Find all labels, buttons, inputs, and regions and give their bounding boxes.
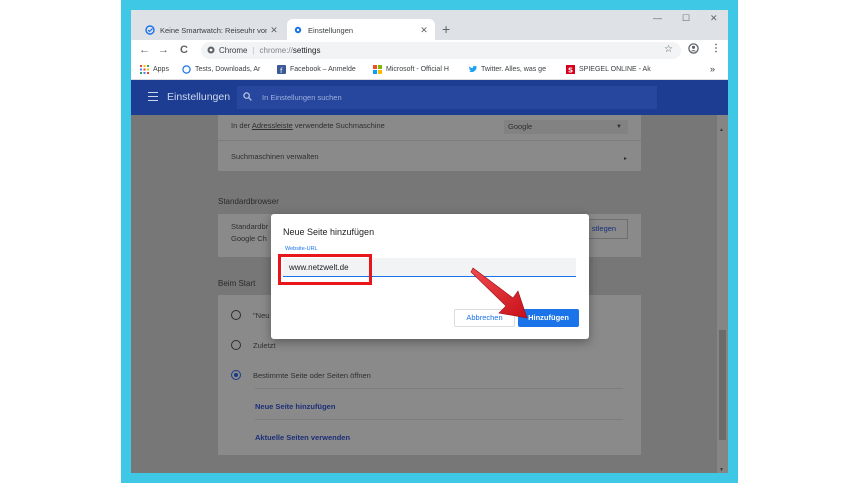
card-divider <box>255 388 623 389</box>
tab-close-icon[interactable]: ✕ <box>417 25 431 36</box>
dialog-title: Neue Seite hinzufügen <box>283 227 375 237</box>
address-bar-link[interactable]: Adressleiste <box>252 121 293 130</box>
radio-specific-pages[interactable] <box>231 370 241 380</box>
gear-icon <box>293 25 303 35</box>
default-browser-subtext: Google Ch <box>231 234 267 243</box>
bookmark-label: Apps <box>153 66 169 73</box>
url-highlight-box <box>278 254 372 285</box>
url-scheme: chrome:// <box>259 46 293 55</box>
search-engine-card: In der Adressleiste verwendete Suchmasch… <box>218 115 641 171</box>
use-current-pages-link[interactable]: Aktuelle Seiten verwenden <box>255 433 350 442</box>
radio-new-tab[interactable] <box>231 310 241 320</box>
page-scrollbar[interactable]: ▲ ▼ <box>717 115 728 473</box>
chrome-cleaner-icon <box>182 65 191 74</box>
website-url-label: Website-URL <box>285 246 318 252</box>
bookmark-tests-downloads[interactable]: Tests, Downloads, Ar <box>182 65 266 74</box>
dropdown-value: Google <box>508 122 533 131</box>
tab-title: Keine Smartwatch: Reiseuhr von <box>160 25 267 35</box>
search-placeholder: In Einstellungen suchen <box>262 93 342 102</box>
browser-toolbar: ← → C Chrome | chrome:// settings ☆ ⋮ <box>131 40 728 61</box>
default-browser-heading: Standardbrowser <box>218 197 279 206</box>
bookmark-label: Facebook – Anmelde <box>290 66 356 73</box>
bookmark-spiegel[interactable]: S SPIEGEL ONLINE - Ak <box>566 65 652 74</box>
screenshot-stage: Keine Smartwatch: Reiseuhr von ✕ Einstel… <box>0 0 858 483</box>
radio-continue-label: Zuletzt <box>253 341 276 350</box>
scrollbar-thumb[interactable] <box>719 330 726 440</box>
scroll-up-arrow-icon[interactable]: ▲ <box>719 127 724 133</box>
bookmark-apps[interactable]: Apps <box>140 65 169 74</box>
chrome-cleaner-icon <box>145 25 155 35</box>
settings-title: Einstellungen <box>167 91 231 103</box>
card-divider <box>255 419 623 420</box>
forward-button[interactable]: → <box>158 43 169 57</box>
back-button[interactable]: ← <box>139 43 150 57</box>
reload-button[interactable]: C <box>180 43 188 57</box>
on-startup-heading: Beim Start <box>218 279 256 288</box>
bookmark-facebook[interactable]: f Facebook – Anmelde <box>277 65 363 74</box>
tab-close-icon[interactable]: ✕ <box>267 25 281 36</box>
manage-search-engines[interactable]: Suchmaschinen verwalten <box>231 152 319 161</box>
bookmark-twitter[interactable]: Twitter. Alles, was ge <box>468 65 554 74</box>
bookmark-label: SPIEGEL ONLINE - Ak <box>579 66 651 73</box>
search-engine-dropdown[interactable]: Google ▼ <box>504 120 628 134</box>
tab-settings[interactable]: Einstellungen ✕ <box>287 19 435 41</box>
bookmark-microsoft[interactable]: Microsoft - Official H <box>373 65 457 74</box>
add-button[interactable]: Hinzufügen <box>518 309 579 327</box>
bookmark-star-icon[interactable]: ☆ <box>664 44 673 55</box>
radio-specific-pages-label: Bestimmte Seite oder Seiten öffnen <box>253 371 371 380</box>
default-browser-text: Standardbr <box>231 222 269 231</box>
bookmarks-overflow-button[interactable]: » <box>710 64 715 74</box>
window-close-button[interactable]: ✕ <box>710 13 718 24</box>
search-engine-label: In der Adressleiste verwendete Suchmasch… <box>231 121 385 130</box>
chrome-logo-icon <box>207 46 215 56</box>
bookmark-label: Tests, Downloads, Ar <box>195 66 261 73</box>
new-tab-button[interactable]: + <box>442 20 450 38</box>
bookmark-label: Twitter. Alles, was ge <box>481 66 546 73</box>
cancel-button[interactable]: Abbrechen <box>454 309 515 327</box>
hamburger-menu-icon[interactable] <box>148 92 158 101</box>
minimize-button[interactable]: — <box>653 13 662 23</box>
radio-new-tab-label: "Neu <box>253 311 270 320</box>
apps-grid-icon <box>140 65 149 74</box>
site-label: Chrome <box>219 46 248 55</box>
spiegel-icon: S <box>566 65 575 74</box>
dropdown-caret-icon: ▼ <box>616 124 622 130</box>
microsoft-icon <box>373 65 382 74</box>
search-icon <box>243 92 252 103</box>
twitter-bird-icon <box>468 65 477 74</box>
bookmarks-bar: Apps Tests, Downloads, Ar f Facebook – A… <box>131 61 728 80</box>
address-bar[interactable]: Chrome | chrome:// settings <box>201 42 681 59</box>
bookmark-label: Microsoft - Official H <box>386 66 449 73</box>
chevron-right-icon: ▸ <box>623 156 627 162</box>
svg-text:S: S <box>568 67 573 75</box>
facebook-icon: f <box>277 65 286 74</box>
maximize-button[interactable]: ☐ <box>682 13 690 24</box>
menu-kebab-icon[interactable]: ⋮ <box>711 43 721 54</box>
url-path: settings <box>292 46 321 55</box>
settings-search-field[interactable]: In Einstellungen suchen <box>237 86 657 109</box>
tab-smartwatch-article[interactable]: Keine Smartwatch: Reiseuhr von ✕ <box>139 19 285 41</box>
url-separator: | <box>252 46 255 55</box>
settings-header: Einstellungen In Einstellungen suchen <box>131 80 728 115</box>
profile-icon[interactable] <box>688 43 699 57</box>
add-new-page-link[interactable]: Neue Seite hinzufügen <box>255 402 335 411</box>
radio-continue[interactable] <box>231 340 241 350</box>
tab-title: Einstellungen <box>308 25 354 35</box>
tab-strip: Keine Smartwatch: Reiseuhr von ✕ Einstel… <box>131 10 728 41</box>
scroll-down-arrow-icon[interactable]: ▼ <box>719 467 724 473</box>
card-divider <box>218 140 641 141</box>
